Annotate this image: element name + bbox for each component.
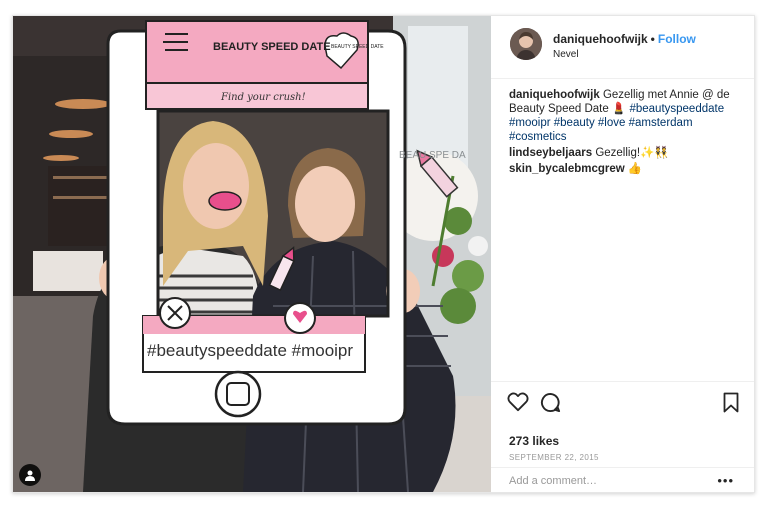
comment-button[interactable]: [540, 392, 561, 418]
comment-username[interactable]: lindseybeljaars: [509, 147, 592, 159]
post-date[interactable]: SEPTEMBER 22, 2015: [509, 453, 599, 462]
add-comment-input[interactable]: [509, 475, 709, 487]
hashtag-link[interactable]: #amsterdam: [629, 117, 693, 129]
photo-illustration: BEAUTY SPEED DATE BEAUTY SPEED DATE Find…: [13, 16, 491, 492]
heart-icon: [507, 392, 529, 412]
comment-username[interactable]: skin_bycalebmcgrew: [509, 163, 625, 175]
header-dot: •: [650, 32, 655, 46]
like-button[interactable]: [507, 392, 529, 417]
bookmark-icon: [723, 392, 739, 413]
frame-side-sign-text: BEAU SPE DA: [399, 150, 466, 161]
save-button[interactable]: [723, 392, 739, 418]
caption-username[interactable]: daniquehoofwijk: [509, 89, 600, 101]
caption: daniquehoofwijk Gezellig met Annie @ de …: [509, 88, 739, 144]
instagram-post: BEAUTY SPEED DATE BEAUTY SPEED DATE Find…: [12, 15, 755, 493]
comments-section: daniquehoofwijk Gezellig met Annie @ de …: [509, 88, 739, 178]
frame-hashtags-text: #beautyspeeddate #mooipr: [147, 341, 353, 360]
hashtag-link[interactable]: #cosmetics: [509, 131, 567, 143]
hashtag-link[interactable]: #beautyspeeddate: [629, 103, 724, 115]
post-sidebar: daniquehoofwijk • Follow Nevel daniquehoof…: [491, 16, 754, 492]
avatar[interactable]: [510, 28, 542, 60]
post-header: daniquehoofwijk • Follow Nevel: [491, 16, 754, 79]
post-photo[interactable]: BEAUTY SPEED DATE BEAUTY SPEED DATE Find…: [13, 16, 491, 492]
frame-brand-text: BEAUTY SPEED DATE: [213, 41, 331, 53]
hashtag-link[interactable]: #mooipr: [509, 117, 551, 129]
add-comment-bar: •••: [491, 467, 754, 494]
user-tag-button[interactable]: [19, 464, 41, 486]
comment-item: lindseybeljaars Gezellig!✨👯: [509, 146, 739, 160]
comment-icon: [540, 392, 561, 413]
comment-item: skin_bycalebmcgrew 👍: [509, 162, 739, 176]
more-options-button[interactable]: •••: [717, 473, 734, 488]
comment-text: Gezellig!✨👯: [595, 147, 669, 159]
person-icon: [25, 470, 35, 481]
location-link[interactable]: Nevel: [553, 49, 579, 60]
comment-text: 👍: [627, 163, 643, 175]
hashtag-link[interactable]: #love: [598, 117, 626, 129]
frame-heart-text: BEAUTY SPEED DATE: [331, 44, 384, 50]
likes-count[interactable]: 273 likes: [509, 434, 559, 448]
hashtag-link[interactable]: #beauty: [554, 117, 595, 129]
follow-button[interactable]: Follow: [658, 32, 696, 46]
post-actions: 273 likes SEPTEMBER 22, 2015 •••: [491, 381, 754, 493]
header-username[interactable]: daniquehoofwijk: [553, 32, 648, 46]
frame-tagline-text: Find your crush!: [220, 92, 306, 103]
header-username-row: daniquehoofwijk • Follow: [553, 32, 696, 46]
